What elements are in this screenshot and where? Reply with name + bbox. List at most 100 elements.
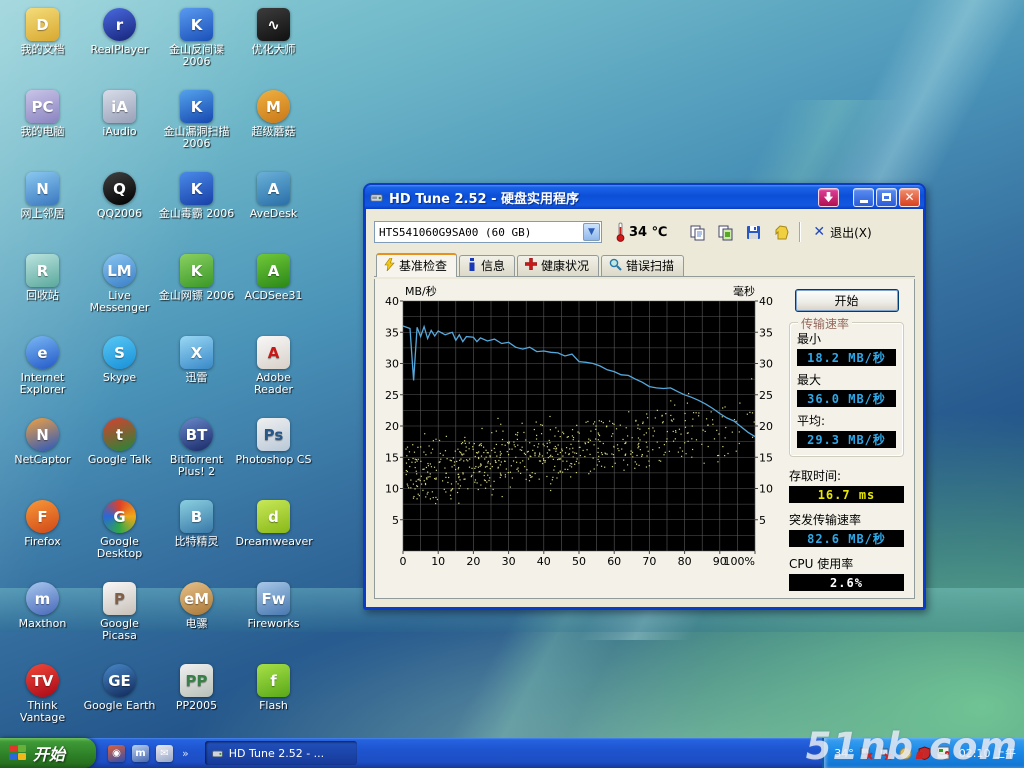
window-body: HTS541060G9SA00 (60 GB) ▼ 34 ℃	[366, 209, 923, 607]
desktop-icon-avedesk[interactable]: AAveDesk	[235, 166, 312, 248]
exit-x-icon: ✕	[813, 224, 825, 240]
tab-info[interactable]: 信息	[459, 255, 515, 276]
desktop-icon-emule[interactable]: eM电骡	[158, 576, 235, 658]
stat-value-lcd: 18.2 MB/秒	[797, 349, 896, 366]
photoshop-cs-icon: Ps	[257, 418, 290, 451]
desktop-icon-bitspirit[interactable]: B比特精灵	[158, 494, 235, 576]
copy-text-button[interactable]	[685, 220, 709, 244]
netcaptor-icon: N	[26, 418, 59, 451]
desktop-icon-iaudio[interactable]: iAiAudio	[81, 84, 158, 166]
desktop-icon-internet-explorer[interactable]: eInternet Explorer	[4, 330, 81, 412]
stat-block: 突发传输速率82.6 MB/秒	[789, 511, 904, 547]
desktop-icon-label: QQ2006	[97, 208, 142, 220]
avedesk-icon: A	[257, 172, 290, 205]
tab-benchmark[interactable]: 基准检查	[376, 253, 457, 277]
quicklaunch-chevron[interactable]: »	[182, 747, 189, 760]
desktop-icon-skype[interactable]: SSkype	[81, 330, 158, 412]
thermometer-icon	[616, 222, 625, 242]
desktop-icon-network-places[interactable]: N网上邻居	[4, 166, 81, 248]
chevron-down-icon[interactable]: ▼	[583, 223, 600, 241]
options-hand-button[interactable]	[769, 220, 793, 244]
fireworks-icon: Fw	[257, 582, 290, 615]
desktop-icon-google-picasa[interactable]: P Google Picasa	[81, 576, 158, 658]
start-button[interactable]: 开始	[0, 738, 96, 768]
toolbar: HTS541060G9SA00 (60 GB) ▼ 34 ℃	[374, 217, 915, 247]
lan-disconnected-icon[interactable]	[879, 746, 894, 761]
stat-label: 最大	[797, 371, 896, 388]
desktop-icon-label: Internet Explorer	[5, 372, 81, 396]
desktop-icon-my-computer[interactable]: PC我的电脑	[4, 84, 81, 166]
super-mushroom-icon: M	[257, 90, 290, 123]
tab-error-scan[interactable]: 错误扫描	[601, 255, 684, 276]
desktop-icon-fireworks[interactable]: FwFireworks	[235, 576, 312, 658]
desktop-icon-xunlei[interactable]: X迅雷	[158, 330, 235, 412]
desktop-icon-google-desktop[interactable]: GGoogle Desktop	[81, 494, 158, 576]
volume-icon[interactable]	[898, 746, 913, 761]
kingsoft-antispy-icon: K	[180, 8, 213, 41]
svg-text:15: 15	[385, 451, 399, 464]
desktop-icon-realplayer[interactable]: rRealPlayer	[81, 2, 158, 84]
desktop-icon-acdsee31[interactable]: AACDSee31	[235, 248, 312, 330]
desktop-icon-qq2006[interactable]: QQQ2006	[81, 166, 158, 248]
desktop-icon-google-talk[interactable]: tGoogle Talk	[81, 412, 158, 494]
google-earth-icon: GE	[103, 664, 136, 697]
desktop-icon-label: RealPlayer	[91, 44, 149, 56]
minimize-button[interactable]	[853, 188, 874, 207]
minimize-to-tray-button[interactable]	[818, 188, 839, 207]
desktop-icon-kingsoft-firewall[interactable]: K金山网镖 2006	[158, 248, 235, 330]
desktop-icon-maxthon[interactable]: mMaxthon	[4, 576, 81, 658]
desktop-icon-label: 迅雷	[186, 372, 208, 384]
hdtune-task-icon	[211, 747, 224, 760]
copy-image-button[interactable]	[713, 220, 737, 244]
desktop-icon-pp2005[interactable]: PPPP2005	[158, 658, 235, 740]
benchmark-chart: MB/秒毫秒5510101515202025253030353540400102…	[377, 285, 781, 594]
hdtune-window: HD Tune 2.52 - 硬盘实用程序 ✕ HTS541060G9SA00 …	[363, 183, 926, 610]
desktop-icon-google-earth[interactable]: GEGoogle Earth	[81, 658, 158, 740]
maximize-button[interactable]	[876, 188, 897, 207]
security-shield-icon[interactable]	[917, 746, 932, 761]
network-disconnected-icon[interactable]	[860, 746, 875, 761]
desktop-icon-live-messenger[interactable]: LM Live Messenger	[81, 248, 158, 330]
desktop-icon-firefox[interactable]: FFirefox	[4, 494, 81, 576]
y-axis-label-right: 毫秒	[733, 285, 755, 298]
desktop-icon-my-documents[interactable]: D我的文档	[4, 2, 81, 84]
hdtune-app-icon	[369, 190, 384, 205]
desktop-icon-label: Live Messenger	[82, 290, 158, 314]
desktop-icon-flash[interactable]: fFlash	[235, 658, 312, 740]
hdtune-tray-icon[interactable]	[936, 746, 951, 761]
drive-select[interactable]: HTS541060G9SA00 (60 GB) ▼	[374, 221, 602, 243]
desktop-icon-label: Google Picasa	[82, 618, 158, 642]
save-button[interactable]	[741, 220, 765, 244]
google-picasa-icon: P	[103, 582, 136, 615]
exit-button[interactable]: ✕ 退出(X)	[807, 222, 877, 243]
desktop-icon-photoshop-cs[interactable]: PsPhotoshop CS	[235, 412, 312, 494]
flash-icon: f	[257, 664, 290, 697]
svg-text:15: 15	[759, 451, 773, 464]
desktop-icon-kingsoft-antispy[interactable]: K金山反间谍 2006	[158, 2, 235, 84]
desktop-icon-kingsoft-scan[interactable]: K金山漏洞扫描 2006	[158, 84, 235, 166]
tab-health[interactable]: 健康状况	[517, 255, 599, 276]
desktop-icon-adobe-reader[interactable]: AAdobe Reader	[235, 330, 312, 412]
desktop-icon-label: 金山漏洞扫描 2006	[159, 126, 235, 150]
system-tray: 34° 02:10 上午	[822, 738, 1024, 768]
desktop-icon-think-vantage[interactable]: TVThink Vantage	[4, 658, 81, 740]
window-titlebar[interactable]: HD Tune 2.52 - 硬盘实用程序 ✕	[365, 185, 924, 209]
desktop-icon-super-mushroom[interactable]: M超级蘑菇	[235, 84, 312, 166]
taskbar-task-hdtune[interactable]: HD Tune 2.52 - ...	[205, 741, 357, 765]
think-vantage-icon: TV	[26, 664, 59, 697]
desktop-icon-recycle-bin[interactable]: R回收站	[4, 248, 81, 330]
desktop-icon-dreamweaver[interactable]: dDreamweaver	[235, 494, 312, 576]
start-benchmark-button[interactable]: 开始	[795, 289, 899, 312]
stat-value-lcd: 36.0 MB/秒	[797, 390, 896, 407]
svg-text:40: 40	[537, 555, 551, 568]
live-messenger-icon: LM	[103, 254, 136, 287]
desktop-icon-kingsoft-antivirus[interactable]: K金山毒霸 2006	[158, 166, 235, 248]
desktop-icon-youhua-dashi[interactable]: ∿优化大师	[235, 2, 312, 84]
close-button[interactable]: ✕	[899, 188, 920, 207]
desktop-icon-bittorrent-plus[interactable]: BTBitTorrent Plus! 2	[158, 412, 235, 494]
tab-label: 信息	[481, 257, 505, 274]
quicklaunch-maxthon-icon[interactable]: m	[132, 745, 149, 762]
quicklaunch-browser-swirl-icon[interactable]: ◉	[108, 745, 125, 762]
desktop-icon-netcaptor[interactable]: NNetCaptor	[4, 412, 81, 494]
quicklaunch-mail-icon[interactable]: ✉	[156, 745, 173, 762]
